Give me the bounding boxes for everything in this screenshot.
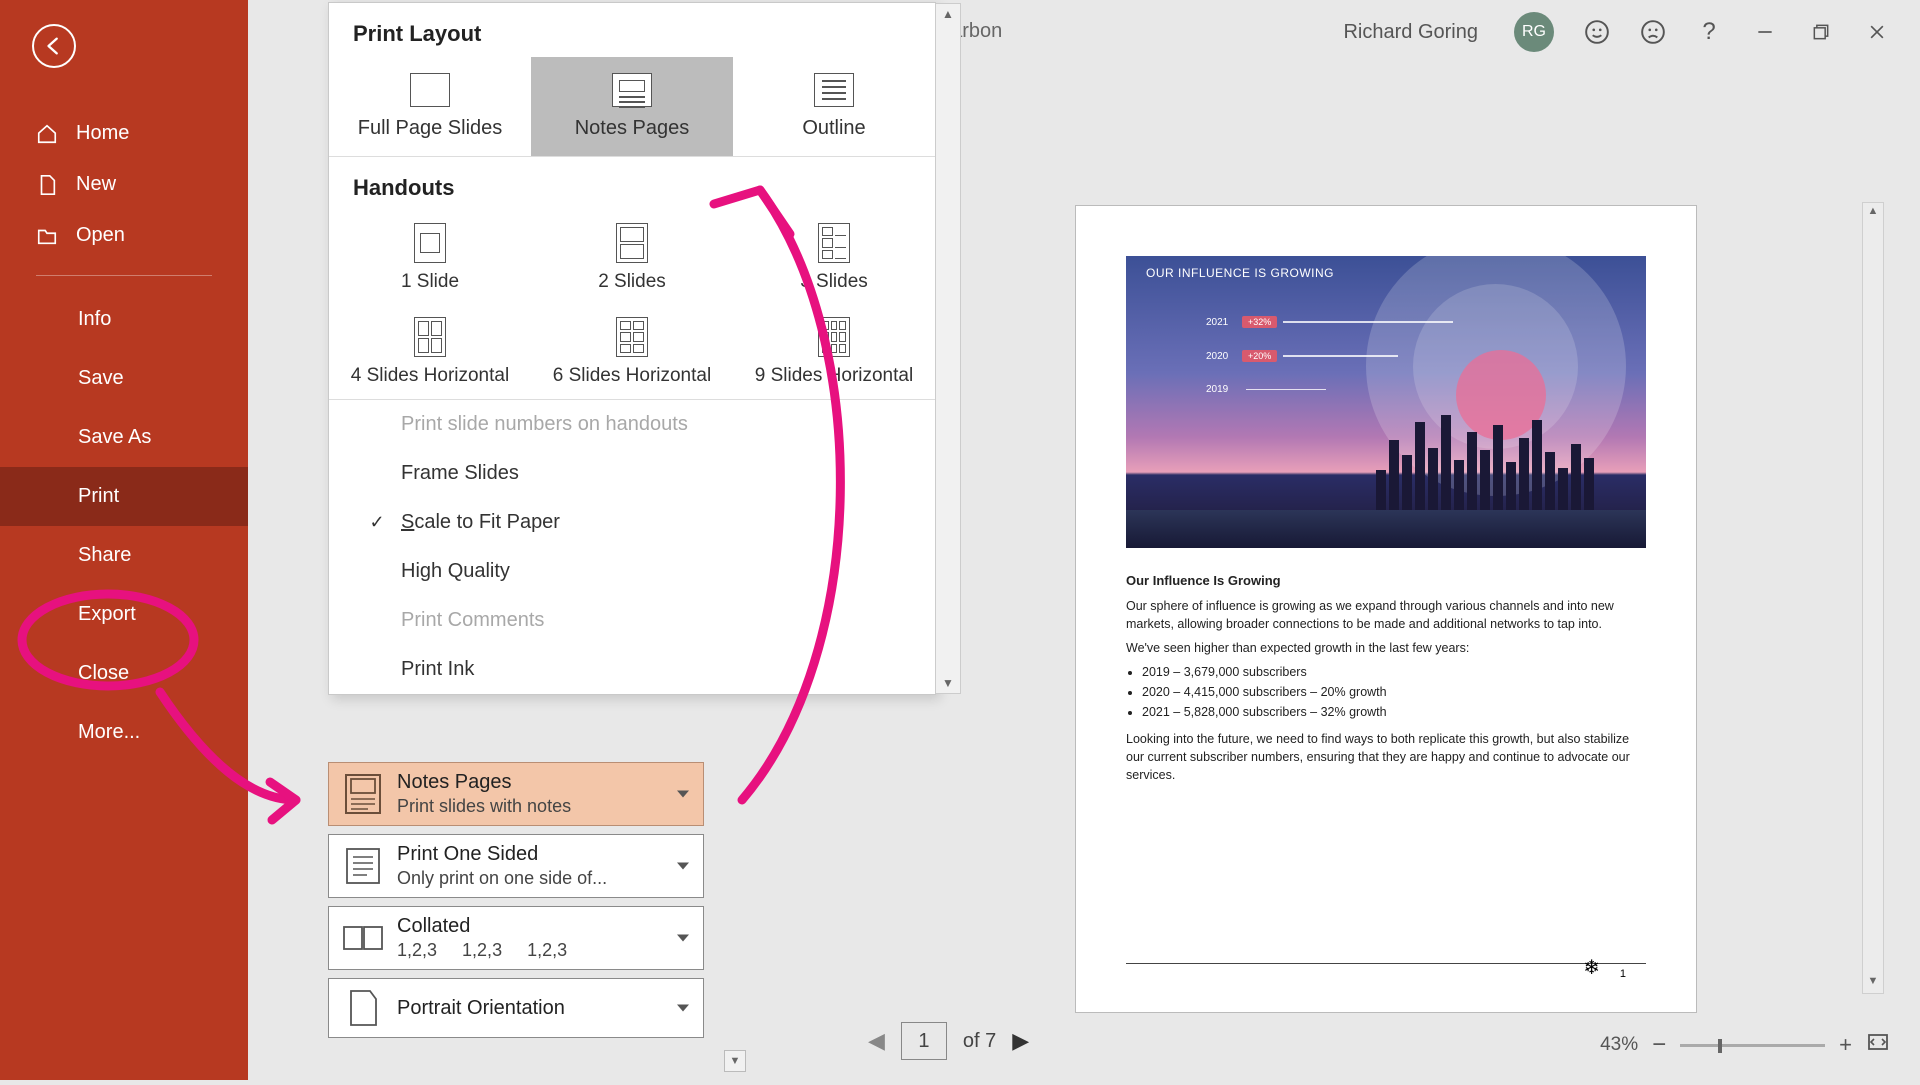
check-icon: ✓ — [367, 512, 387, 533]
handout-6h-icon — [616, 317, 648, 357]
scroll-down-icon[interactable]: ▼ — [1863, 973, 1883, 989]
portrait-icon — [341, 986, 385, 1030]
nav-label: Home — [76, 122, 129, 145]
handout-2-slides[interactable]: 2 Slides — [531, 211, 733, 305]
nav-close[interactable]: Close — [0, 644, 248, 703]
outline-icon — [814, 73, 854, 107]
handout-6-horizontal[interactable]: 6 Slides Horizontal — [531, 305, 733, 399]
layout-dropdown: Print Layout Full Page Slides Notes Page… — [328, 2, 936, 695]
collated-icon — [341, 916, 385, 960]
setting-sub: Print slides with notes — [397, 796, 571, 817]
setting-collated[interactable]: Collated1,2,3 1,2,3 1,2,3 — [328, 906, 704, 970]
titlebar-controls: Richard Goring RG ? — [1343, 12, 1890, 52]
nav-share[interactable]: Share — [0, 526, 248, 585]
opt-frame-slides[interactable]: Frame Slides — [329, 449, 935, 498]
opt-high-quality[interactable]: High Quality — [329, 547, 935, 596]
nav-home[interactable]: Home — [0, 108, 248, 159]
handout-3-icon — [818, 223, 850, 263]
help-icon[interactable]: ? — [1696, 19, 1722, 45]
user-name: Richard Goring — [1343, 21, 1478, 44]
preview-pane: OUR INFLUENCE IS GROWING 2021+32% 2020+2… — [820, 62, 1884, 1054]
nav-open[interactable]: Open — [0, 210, 248, 261]
setting-orientation[interactable]: Portrait Orientation — [328, 978, 704, 1038]
setting-title: Notes Pages — [397, 771, 571, 794]
zoom-controls: 43% − + — [1600, 1030, 1890, 1060]
notes-text: Our Influence Is Growing Our sphere of i… — [1126, 572, 1646, 790]
one-sided-icon — [341, 844, 385, 888]
next-page-button[interactable]: ▶ — [1012, 1028, 1029, 1054]
handout-9-horizontal[interactable]: 9 Slides Horizontal — [733, 305, 935, 399]
layout-outline[interactable]: Outline — [733, 57, 935, 156]
opt-print-ink[interactable]: Print Ink — [329, 645, 935, 694]
popup-scrollbar[interactable]: ▲ ▼ — [935, 3, 961, 694]
close-icon[interactable] — [1864, 19, 1890, 45]
page-navigation: ◀ 1 of 7 ▶ — [868, 1022, 1029, 1060]
full-page-icon — [410, 73, 450, 107]
handout-1-slide[interactable]: 1 Slide — [329, 211, 531, 305]
layout-notes-pages[interactable]: Notes Pages — [531, 57, 733, 156]
nav-new[interactable]: New — [0, 159, 248, 210]
nav-save[interactable]: Save — [0, 349, 248, 408]
zoom-out-button[interactable]: − — [1652, 1031, 1666, 1059]
setting-sided[interactable]: Print One SidedOnly print on one side of… — [328, 834, 704, 898]
logo-icon: ❄ — [1583, 955, 1600, 980]
zoom-level: 43% — [1600, 1034, 1638, 1056]
nav-export[interactable]: Export — [0, 585, 248, 644]
nav-label: New — [76, 173, 116, 196]
zoom-slider[interactable] — [1680, 1044, 1825, 1047]
section-print-layout: Print Layout — [329, 3, 935, 57]
chevron-down-icon — [677, 863, 689, 870]
minimize-icon[interactable] — [1752, 19, 1778, 45]
page-number-input[interactable]: 1 — [901, 1022, 947, 1060]
nav-save-as[interactable]: Save As — [0, 408, 248, 467]
chevron-down-icon — [677, 1005, 689, 1012]
nav-more[interactable]: More... — [0, 703, 248, 762]
scroll-up-icon[interactable]: ▲ — [1863, 203, 1883, 219]
handout-9h-icon — [818, 317, 850, 357]
section-handouts: Handouts — [329, 157, 935, 211]
scroll-down-icon[interactable]: ▼ — [942, 673, 954, 693]
prev-page-button[interactable]: ◀ — [868, 1028, 885, 1054]
frown-icon[interactable] — [1640, 19, 1666, 45]
preview-scrollbar[interactable]: ▲ ▼ — [1862, 202, 1884, 994]
setting-layout[interactable]: Notes PagesPrint slides with notes — [328, 762, 704, 826]
smile-icon[interactable] — [1584, 19, 1610, 45]
avatar[interactable]: RG — [1514, 12, 1554, 52]
arrow-left-icon — [43, 35, 65, 57]
zoom-in-button[interactable]: + — [1839, 1032, 1852, 1058]
nav-print[interactable]: Print — [0, 467, 248, 526]
handout-4h-icon — [414, 317, 446, 357]
nav-label: Open — [76, 224, 125, 247]
backstage-sidebar: Home New Open Info Save Save As Print Sh… — [0, 0, 248, 1080]
page-footer: 1 ❄ — [1126, 963, 1646, 980]
fit-to-window-button[interactable] — [1866, 1030, 1890, 1060]
open-icon — [36, 225, 58, 247]
notes-pages-icon — [612, 73, 652, 107]
handout-2-icon — [616, 223, 648, 263]
handout-1-icon — [414, 223, 446, 263]
nav-info[interactable]: Info — [0, 290, 248, 349]
new-icon — [36, 174, 58, 196]
back-button[interactable] — [32, 24, 76, 68]
restore-icon[interactable] — [1808, 19, 1834, 45]
slide-thumbnail: OUR INFLUENCE IS GROWING 2021+32% 2020+2… — [1126, 256, 1646, 548]
chevron-down-icon — [677, 935, 689, 942]
divider — [36, 275, 212, 276]
opt-print-comments: Print Comments — [329, 596, 935, 645]
page-preview: OUR INFLUENCE IS GROWING 2021+32% 2020+2… — [1076, 206, 1696, 1012]
chevron-down-icon — [677, 791, 689, 798]
scroll-up-icon[interactable]: ▲ — [942, 4, 954, 24]
opt-slide-numbers: Print slide numbers on handouts — [329, 400, 935, 449]
opt-scale-to-fit[interactable]: ✓Scale to Fit Paper — [329, 498, 935, 547]
home-icon — [36, 123, 58, 145]
settings-scroll-down[interactable]: ▼ — [724, 1050, 746, 1072]
notes-pages-icon — [341, 772, 385, 816]
layout-full-page-slides[interactable]: Full Page Slides — [329, 57, 531, 156]
handout-4-horizontal[interactable]: 4 Slides Horizontal — [329, 305, 531, 399]
handout-3-slides[interactable]: 3 Slides — [733, 211, 935, 305]
page-total: of 7 — [963, 1030, 996, 1053]
